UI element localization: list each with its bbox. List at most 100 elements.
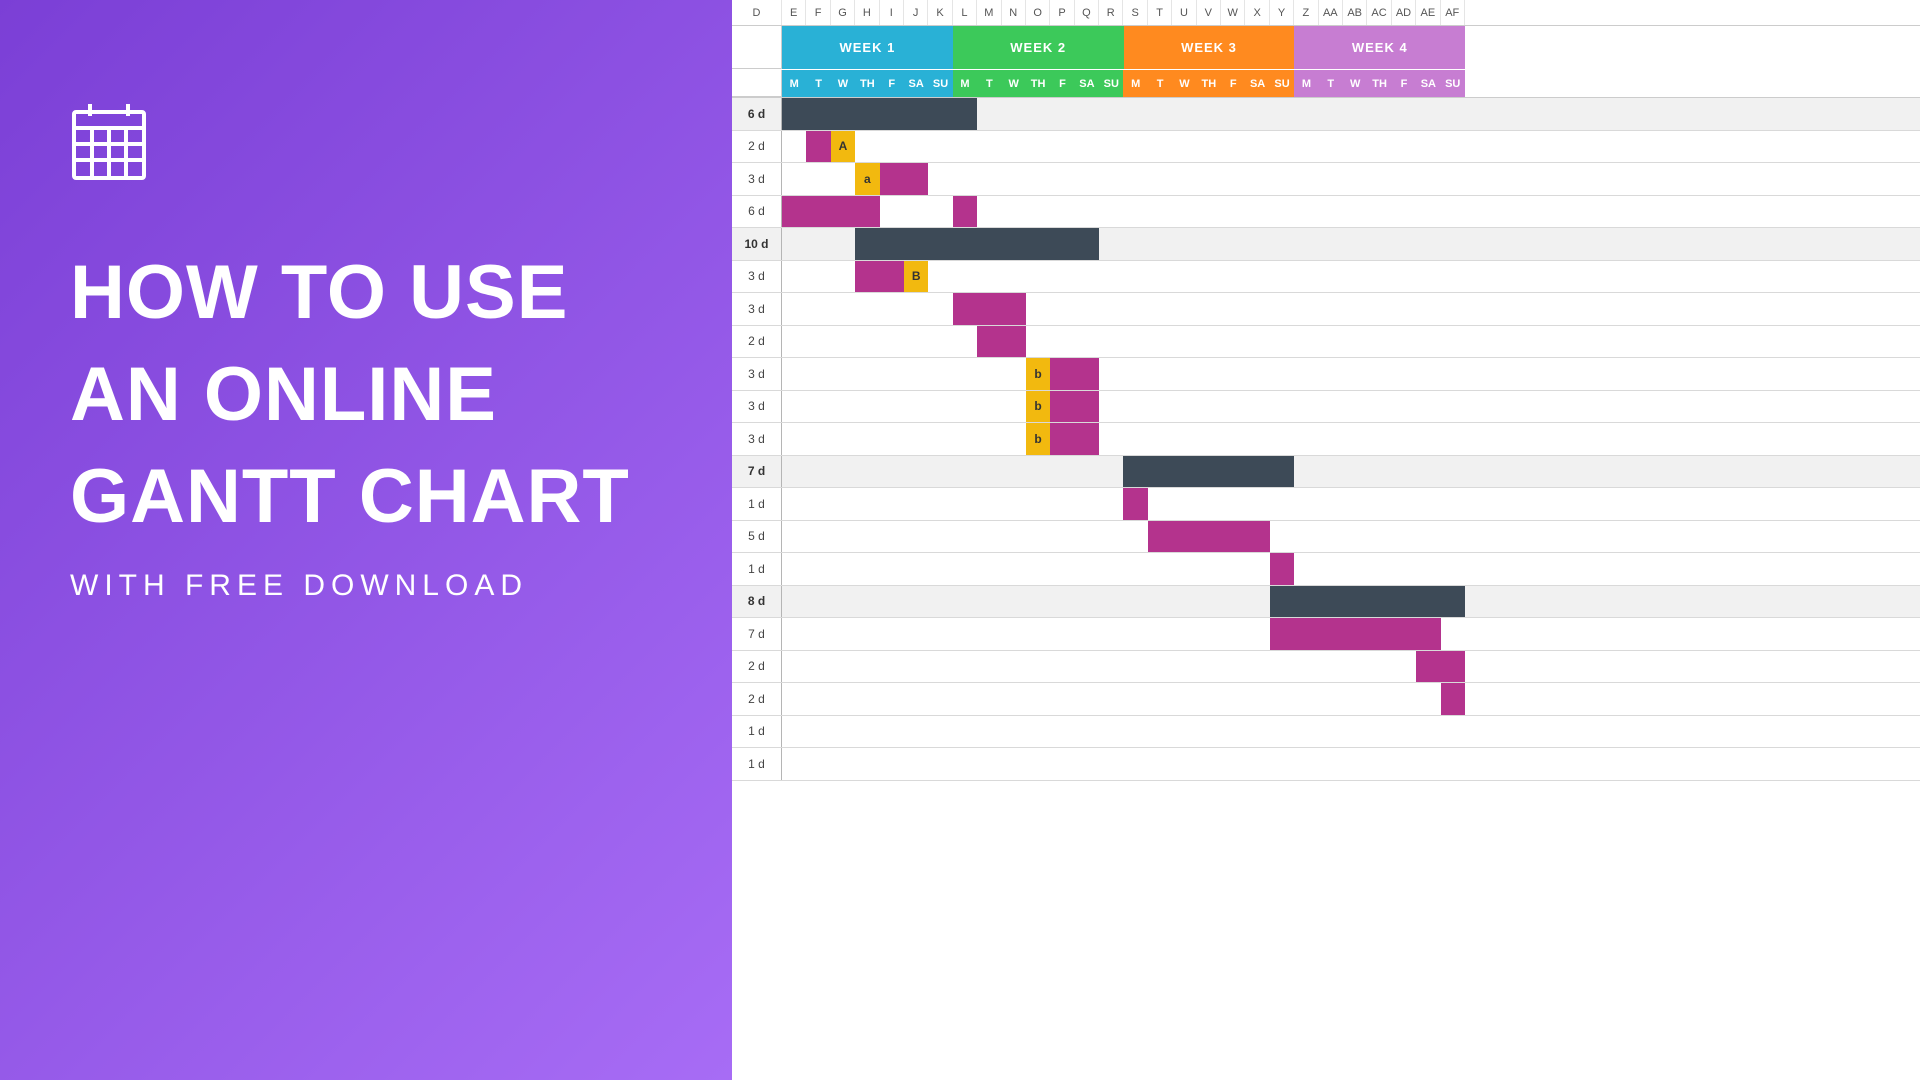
gantt-cell[interactable] (1245, 326, 1269, 358)
gantt-cell[interactable] (1441, 716, 1465, 748)
gantt-cell[interactable] (1075, 456, 1099, 488)
gantt-cell[interactable] (1416, 423, 1440, 455)
gantt-cell[interactable] (977, 131, 1001, 163)
gantt-cell[interactable] (1099, 131, 1123, 163)
gantt-cell[interactable] (831, 326, 855, 358)
gantt-cell[interactable] (1148, 326, 1172, 358)
gantt-cell[interactable] (1050, 261, 1074, 293)
gantt-row[interactable]: 6 d (732, 98, 1920, 131)
gantt-cell[interactable] (977, 683, 1001, 715)
gantt-cell[interactable] (1343, 618, 1367, 650)
gantt-cell[interactable] (1075, 163, 1099, 195)
gantt-cell[interactable] (977, 456, 1001, 488)
gantt-cell[interactable] (953, 196, 977, 228)
gantt-cell[interactable] (1050, 391, 1074, 423)
gantt-cell[interactable] (1416, 228, 1440, 260)
gantt-cell[interactable] (1441, 683, 1465, 715)
week-header-3[interactable]: WEEK 3 (1124, 26, 1295, 69)
gantt-cell[interactable] (1221, 748, 1245, 780)
gantt-cell[interactable] (1099, 163, 1123, 195)
gantt-cell[interactable] (1050, 521, 1074, 553)
gantt-cell[interactable] (1416, 618, 1440, 650)
duration-cell[interactable]: 2 d (732, 131, 782, 163)
gantt-cell[interactable] (1270, 553, 1294, 585)
column-header[interactable]: F (806, 0, 830, 25)
gantt-cell[interactable] (928, 553, 952, 585)
gantt-cell[interactable] (1294, 423, 1318, 455)
gantt-cell[interactable] (1075, 521, 1099, 553)
gantt-cell[interactable] (1416, 326, 1440, 358)
gantt-cell[interactable] (1245, 131, 1269, 163)
gantt-cell[interactable] (806, 716, 830, 748)
column-header[interactable]: Z (1294, 0, 1318, 25)
gantt-cell[interactable] (1319, 748, 1343, 780)
gantt-cell[interactable] (1319, 131, 1343, 163)
gantt-cell[interactable] (953, 748, 977, 780)
gantt-cell[interactable] (904, 586, 928, 618)
gantt-cell[interactable] (831, 651, 855, 683)
gantt-cell[interactable] (1294, 456, 1318, 488)
gantt-row[interactable]: 5 d (732, 521, 1920, 554)
gantt-cell[interactable] (880, 456, 904, 488)
gantt-cell[interactable] (1270, 98, 1294, 130)
gantt-cell[interactable] (880, 98, 904, 130)
gantt-cell[interactable] (806, 261, 830, 293)
gantt-cell[interactable] (1123, 618, 1147, 650)
gantt-cell[interactable] (1099, 488, 1123, 520)
gantt-cell[interactable] (1319, 391, 1343, 423)
gantt-cell[interactable] (1026, 293, 1050, 325)
gantt-cell[interactable] (1050, 586, 1074, 618)
gantt-cell[interactable] (1172, 391, 1196, 423)
gantt-row[interactable]: 1 d (732, 716, 1920, 749)
gantt-cell[interactable] (1197, 521, 1221, 553)
gantt-cell[interactable] (928, 456, 952, 488)
gantt-cell[interactable] (1002, 618, 1026, 650)
gantt-cell[interactable] (880, 228, 904, 260)
gantt-cell[interactable] (1197, 196, 1221, 228)
gantt-cell[interactable] (1392, 261, 1416, 293)
gantt-cell[interactable] (1026, 456, 1050, 488)
gantt-cell[interactable] (1270, 293, 1294, 325)
gantt-cell[interactable] (806, 456, 830, 488)
gantt-cell[interactable] (1343, 553, 1367, 585)
day-header[interactable]: TH (855, 70, 879, 97)
duration-cell[interactable]: 1 d (732, 748, 782, 780)
gantt-cell[interactable] (1221, 488, 1245, 520)
gantt-cell[interactable] (1197, 163, 1221, 195)
gantt-cell[interactable] (880, 261, 904, 293)
column-header[interactable]: AD (1392, 0, 1416, 25)
gantt-cell[interactable] (1245, 163, 1269, 195)
gantt-cell[interactable] (1099, 98, 1123, 130)
gantt-cell[interactable] (831, 163, 855, 195)
gantt-cell[interactable] (855, 716, 879, 748)
gantt-row[interactable]: 7 d (732, 618, 1920, 651)
column-header[interactable]: T (1148, 0, 1172, 25)
gantt-cell[interactable] (1441, 228, 1465, 260)
gantt-cell[interactable] (904, 196, 928, 228)
column-header[interactable]: P (1050, 0, 1074, 25)
gantt-cell[interactable] (1343, 716, 1367, 748)
gantt-cell[interactable] (1441, 618, 1465, 650)
gantt-cell[interactable] (1367, 683, 1391, 715)
gantt-cell[interactable] (806, 553, 830, 585)
gantt-cell[interactable] (953, 261, 977, 293)
gantt-cell[interactable] (1172, 488, 1196, 520)
gantt-cell[interactable] (1148, 521, 1172, 553)
gantt-cell[interactable] (1197, 98, 1221, 130)
gantt-cell[interactable] (977, 651, 1001, 683)
gantt-cell[interactable] (1441, 521, 1465, 553)
column-header[interactable]: L (953, 0, 977, 25)
gantt-cell[interactable] (1172, 163, 1196, 195)
gantt-cell[interactable] (977, 488, 1001, 520)
gantt-cell[interactable] (1099, 326, 1123, 358)
column-header[interactable]: Y (1270, 0, 1294, 25)
duration-cell[interactable]: 3 d (732, 358, 782, 390)
gantt-cell[interactable] (977, 748, 1001, 780)
gantt-cell[interactable] (1002, 196, 1026, 228)
gantt-cell[interactable] (1319, 423, 1343, 455)
gantt-cell[interactable] (1123, 326, 1147, 358)
day-header[interactable]: W (1343, 70, 1367, 97)
gantt-cell[interactable] (953, 683, 977, 715)
gantt-cell[interactable] (1319, 456, 1343, 488)
gantt-cell[interactable] (953, 131, 977, 163)
